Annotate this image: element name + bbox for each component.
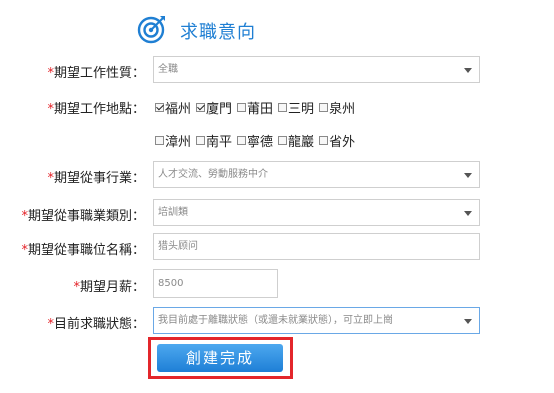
checkbox-icon[interactable]	[278, 136, 288, 145]
chevron-down-icon	[464, 173, 472, 178]
location-option-outside-province[interactable]: 省外	[319, 131, 355, 150]
salary-label: *期望月薪：	[73, 280, 145, 295]
job-status-select[interactable]: 我目前處于離職狀態（或還未就業狀態），可立即上崗	[153, 307, 480, 334]
section-title: 求職意向	[180, 22, 256, 43]
chevron-down-icon	[464, 68, 472, 73]
checkbox-icon[interactable]	[155, 136, 164, 145]
location-option-quanzhou[interactable]: 泉州	[319, 98, 355, 117]
position-name-label: *期望從事職位名稱：	[21, 243, 145, 258]
submit-highlight-frame: 創建完成	[148, 337, 293, 379]
job-category-label: *期望從事職業類別：	[21, 209, 145, 224]
location-option-fuzhou[interactable]: 福州	[155, 98, 191, 117]
location-option-sanming[interactable]: 三明	[278, 98, 314, 117]
industry-label: *期望從事行業：	[47, 171, 145, 186]
salary-input[interactable]: 8500	[153, 269, 278, 298]
job-status-label: *目前求職狀態：	[47, 317, 145, 332]
location-row-1: 福州 廈門 莆田 三明 泉州	[155, 98, 355, 117]
checkbox-icon[interactable]	[319, 136, 329, 145]
location-option-longyan[interactable]: 龍巖	[278, 131, 314, 150]
location-option-putian[interactable]: 莆田	[237, 98, 273, 117]
create-complete-button[interactable]: 創建完成	[157, 344, 283, 372]
checkbox-icon[interactable]	[196, 103, 206, 112]
chevron-down-icon	[464, 211, 472, 216]
job-nature-label: *期望工作性質：	[47, 66, 145, 81]
target-icon	[137, 14, 167, 44]
location-option-nanping[interactable]: 南平	[196, 131, 232, 150]
checkbox-icon[interactable]	[155, 103, 164, 112]
checkbox-icon[interactable]	[319, 103, 329, 112]
chevron-down-icon	[464, 319, 472, 324]
checkbox-icon[interactable]	[196, 136, 206, 145]
checkbox-icon[interactable]	[278, 103, 288, 112]
location-row-2: 漳州 南平 寧德 龍巖 省外	[155, 131, 355, 150]
checkbox-icon[interactable]	[237, 103, 247, 112]
industry-select[interactable]: 人才交流、勞動服務中介	[153, 161, 480, 188]
position-name-input[interactable]: 猎头顾问	[153, 233, 480, 260]
job-nature-select[interactable]: 全職	[153, 56, 480, 83]
work-location-label: *期望工作地點：	[47, 102, 145, 117]
location-option-zhangzhou[interactable]: 漳州	[155, 131, 191, 150]
location-option-ningde[interactable]: 寧德	[237, 131, 273, 150]
location-option-xiamen[interactable]: 廈門	[196, 98, 232, 117]
job-category-select[interactable]: 培訓類	[153, 199, 480, 226]
checkbox-icon[interactable]	[237, 136, 247, 145]
